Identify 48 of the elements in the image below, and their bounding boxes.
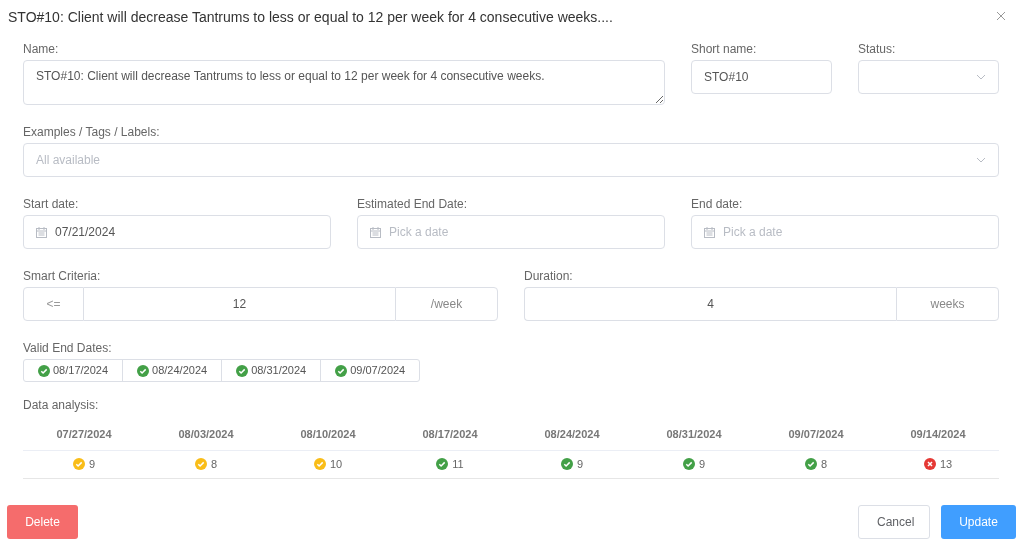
close-icon bbox=[996, 11, 1006, 21]
unit-addon: weeks bbox=[896, 287, 999, 321]
table-cell: 10 bbox=[267, 450, 389, 478]
field-label: Examples / Tags / Labels: bbox=[23, 124, 161, 141]
field-label: Start date: bbox=[23, 196, 80, 213]
short-name-field[interactable]: STO#10 bbox=[691, 60, 832, 94]
field-label: Smart Criteria: bbox=[23, 268, 102, 285]
operator-addon: <= bbox=[23, 287, 84, 321]
criteria-field[interactable]: 12 bbox=[84, 287, 395, 321]
field-label: Name: bbox=[23, 41, 60, 58]
table-cell: 8 bbox=[755, 450, 877, 478]
date-chip: 08/24/2024 bbox=[122, 359, 223, 382]
table-cell: 9 bbox=[23, 450, 145, 478]
table-cell: 9 bbox=[511, 450, 633, 478]
field-label: Status: bbox=[858, 41, 897, 58]
chevron-down-icon bbox=[976, 74, 986, 80]
cancel-button[interactable]: Cancel bbox=[858, 504, 930, 539]
date-chip: 08/17/2024 bbox=[23, 359, 124, 382]
field-label: End date: bbox=[691, 196, 744, 213]
table-cell: 8 bbox=[145, 450, 267, 478]
column-header: 08/31/2024 bbox=[666, 427, 722, 442]
date-chip: 09/07/2024 bbox=[320, 359, 421, 382]
calendar-icon bbox=[36, 226, 47, 238]
column-header: 08/10/2024 bbox=[300, 427, 356, 442]
chevron-down-icon bbox=[976, 157, 986, 163]
column-header: 09/14/2024 bbox=[910, 427, 966, 442]
name-field[interactable]: STO#10: Client will decrease Tantrums to less or equal to 12 per week for 4 consecutive weeks. bbox=[23, 60, 665, 105]
field-label: Short name: bbox=[691, 41, 758, 58]
date-field[interactable]: 07/21/2024 bbox=[23, 215, 331, 249]
dialog-title: STO#10: Client will decrease Tantrums to less or equal to 12 per week for 4 consecutive weeks.... bbox=[8, 8, 613, 27]
column-header: 08/17/2024 bbox=[422, 427, 478, 442]
table-cell: 13 bbox=[877, 450, 999, 478]
field-label: Duration: bbox=[524, 268, 574, 285]
date-chip: 08/31/2024 bbox=[221, 359, 322, 382]
calendar-icon bbox=[704, 226, 715, 238]
close-button[interactable] bbox=[996, 11, 1008, 23]
field-label: Estimated End Date: bbox=[357, 196, 469, 213]
field-label: Valid End Dates: bbox=[23, 340, 113, 357]
unit-addon: /week bbox=[395, 287, 498, 321]
column-header: 08/03/2024 bbox=[178, 427, 234, 442]
duration-field[interactable]: 4 bbox=[524, 287, 896, 321]
column-header: 07/27/2024 bbox=[56, 427, 112, 442]
column-header: 09/07/2024 bbox=[788, 427, 844, 442]
column-header: 08/24/2024 bbox=[544, 427, 600, 442]
section-label: Data analysis: bbox=[23, 397, 100, 414]
table-cell: 9 bbox=[633, 450, 755, 478]
table-cell: 11 bbox=[389, 450, 511, 478]
calendar-icon bbox=[370, 226, 381, 238]
